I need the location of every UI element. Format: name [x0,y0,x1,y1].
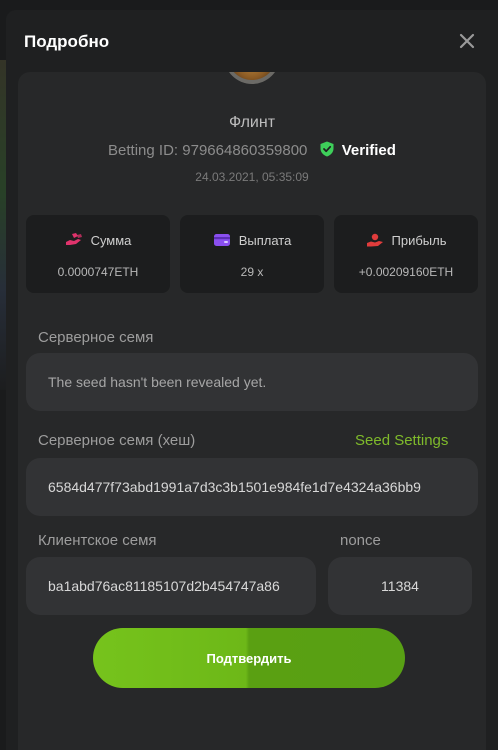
verified-shield-icon [320,141,334,157]
nonce-label: nonce [340,532,381,549]
client-seed-field[interactable]: ba1abd76ac81185107d2b454747a86 [26,557,316,615]
hand-coins-icon [65,233,82,245]
verified-label: Verified [341,142,396,159]
nonce-field[interactable]: 11384 [328,557,472,615]
seed-settings-link[interactable]: Seed Settings [355,432,448,449]
server-seed-hash-value: 6584d477f73abd1991a7d3c3b1501e984fe1d7e4… [48,479,421,495]
close-button[interactable] [458,32,476,50]
betting-id-label: Betting ID: [108,142,179,159]
client-seed-label: Клиентское семя [38,532,157,549]
client-seed-value: ba1abd76ac81185107d2b454747a86 [48,578,280,594]
server-seed-hash-label: Серверное семя (хеш) [38,432,196,449]
server-seed-value: The seed hasn't been revealed yet. [48,374,267,390]
avatar [224,72,280,84]
stat-card-payout: Выплата 29 x [180,215,324,293]
bet-details-panel: Флинт Betting ID: 979664860359800 Verifi… [18,72,486,750]
stat-value: +0.00209160ETH [358,265,454,279]
player-name: Флинт [228,114,276,131]
stat-card-profit: Прибыль +0.00209160ETH [334,215,478,293]
stat-header-profit: Прибыль [334,233,478,248]
server-seed-field[interactable]: The seed hasn't been revealed yet. [26,353,478,411]
stat-label: Прибыль [391,233,447,248]
betting-id-value: 979664860359800 [182,142,308,159]
stat-value: 0.0000747ETH [57,265,139,279]
stat-card-amount: Сумма 0.0000747ETH [26,215,170,293]
close-icon [459,33,475,49]
betting-id-row: Betting ID: 979664860359800 Verified [18,141,486,159]
avatar-image [228,72,276,80]
confirm-button[interactable]: Подтвердить [93,628,405,688]
details-modal: Подробно Флинт Betting ID: 9796648603598… [6,10,498,750]
bet-timestamp: 24.03.2021, 05:35:09 [195,170,309,184]
modal-title: Подробно [24,32,110,51]
server-seed-label: Серверное семя [38,329,154,346]
profit-hand-icon [366,233,383,247]
stat-value: 29 x [240,265,264,279]
stat-label: Сумма [90,233,132,248]
stat-label: Выплата [238,233,292,248]
modal-header: Подробно [6,10,498,72]
stat-header-payout: Выплата [180,233,324,248]
stat-header-amount: Сумма [26,233,170,248]
server-seed-hash-field[interactable]: 6584d477f73abd1991a7d3c3b1501e984fe1d7e4… [26,458,478,516]
wallet-icon [213,234,230,246]
